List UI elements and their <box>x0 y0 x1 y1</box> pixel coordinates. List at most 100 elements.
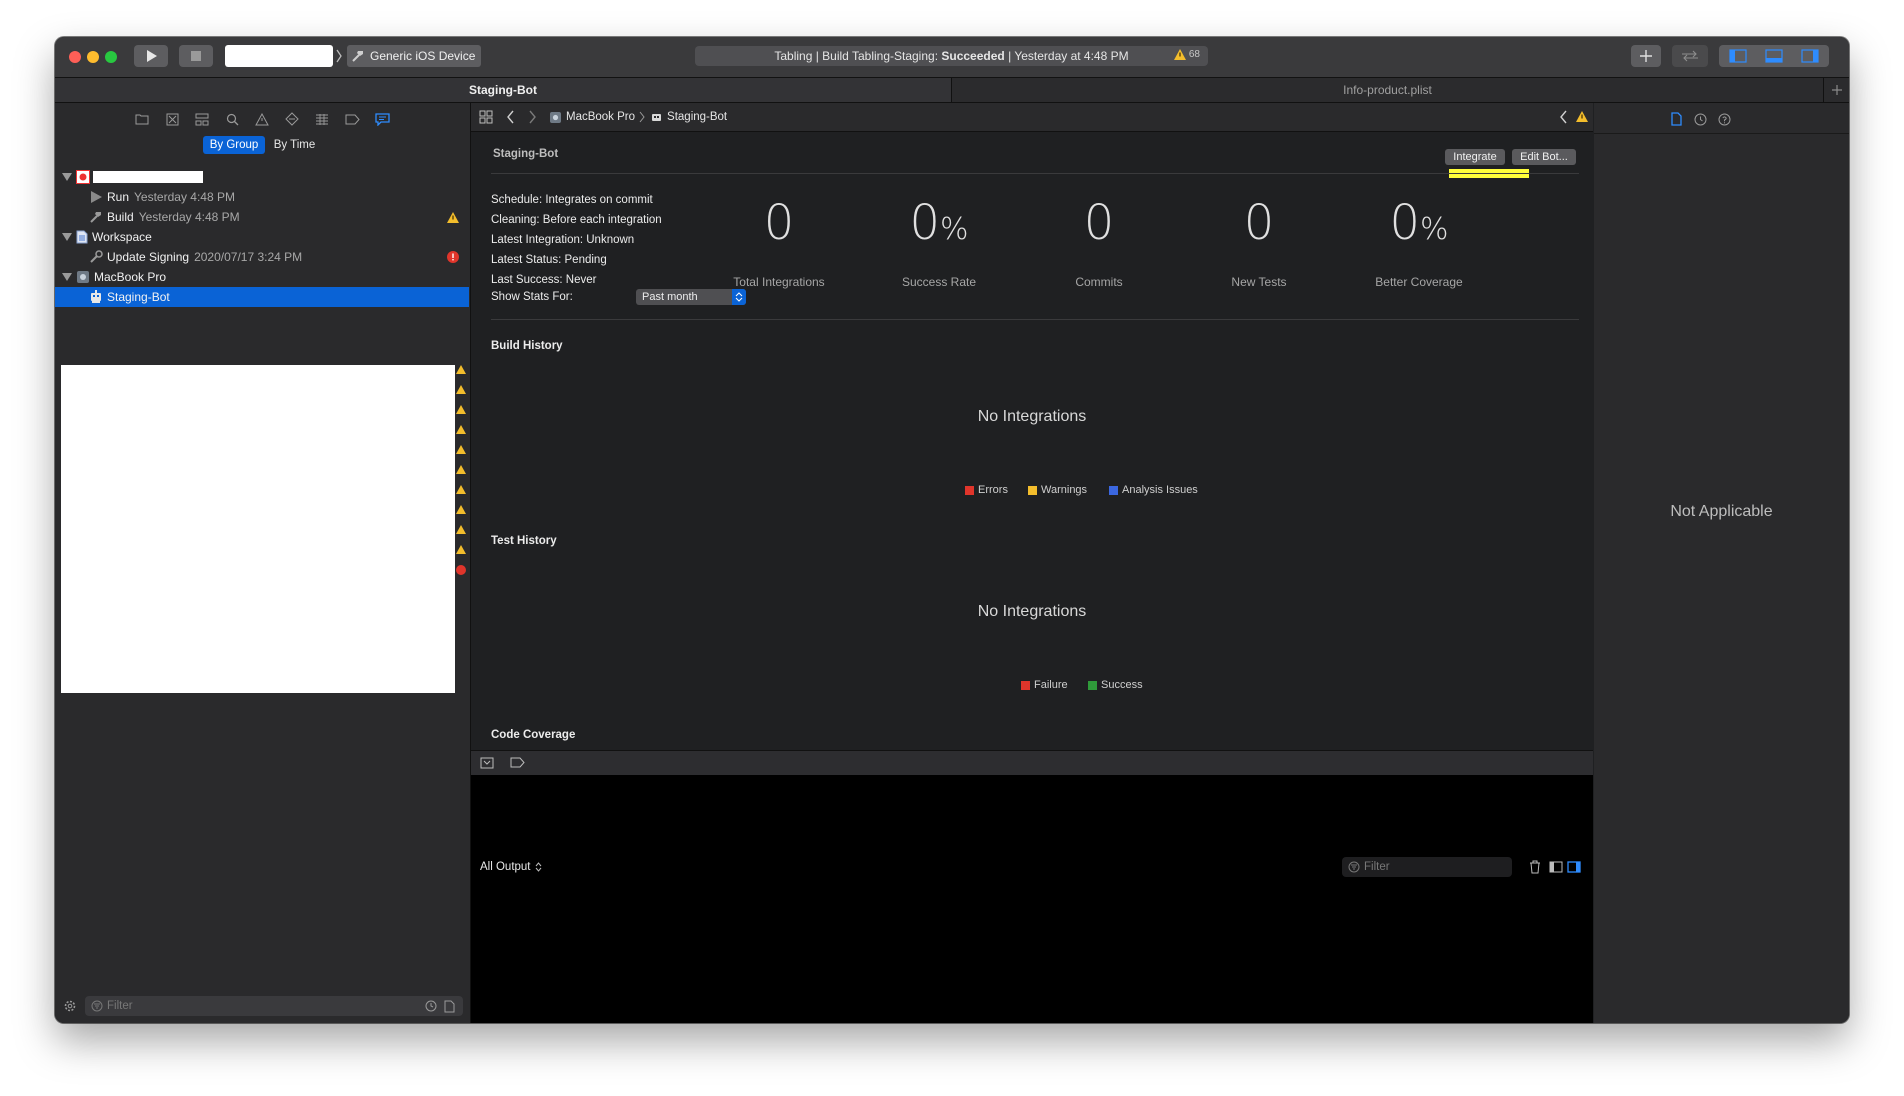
test-history-empty: No Integrations <box>977 603 1087 620</box>
console-filter-field[interactable]: Filter <box>1342 857 1512 877</box>
stat-number: 0 <box>1243 195 1275 251</box>
cleaning-info: Cleaning: Before each integration <box>491 214 662 226</box>
forward-arrow-icon[interactable] <box>527 110 537 124</box>
tree-item-update-signing[interactable]: Update Signing 2020/07/17 3:24 PM <box>55 247 470 267</box>
scheme-selector[interactable] <box>225 45 333 67</box>
folder-icon[interactable] <box>134 111 150 127</box>
output-selector[interactable]: All Output <box>480 861 542 873</box>
new-tab-button[interactable] <box>1824 78 1849 102</box>
warning-count: 68 <box>1188 49 1200 60</box>
document-icon[interactable] <box>444 1000 455 1013</box>
inspector-toggle-button[interactable] <box>1792 49 1828 63</box>
search-icon[interactable] <box>224 111 240 127</box>
bottom-panel-icon <box>1765 49 1783 63</box>
file-inspector-icon[interactable] <box>1671 112 1682 126</box>
tree-item-timestamp: 2020/07/17 3:24 PM <box>194 250 303 264</box>
variables-view-icon[interactable] <box>1549 861 1563 873</box>
disclosure-triangle-icon[interactable] <box>62 273 72 281</box>
navigator-toggle-button[interactable] <box>1720 49 1756 63</box>
edit-bot-button[interactable]: Edit Bot... <box>1512 149 1576 165</box>
previous-issue-icon[interactable] <box>1559 110 1569 124</box>
code-review-button[interactable] <box>1672 45 1708 67</box>
source-control-icon[interactable] <box>164 111 180 127</box>
arrows-icon <box>1682 50 1698 62</box>
tree-item-label: Staging-Bot <box>107 290 170 304</box>
legend-swatch <box>1021 680 1030 690</box>
activity-suffix: | Yesterday at 4:48 PM <box>1004 49 1129 63</box>
breadcrumb: MacBook Pro Staging-Bot <box>549 109 727 125</box>
tree-item-run[interactable]: Run Yesterday 4:48 PM <box>55 187 470 207</box>
grid-icon[interactable] <box>479 110 493 124</box>
gear-icon[interactable] <box>63 999 77 1013</box>
clock-icon[interactable] <box>425 1000 437 1012</box>
bot-icon <box>652 113 662 121</box>
console-view-icon[interactable] <box>1567 861 1581 873</box>
hide-debug-area-icon[interactable] <box>480 757 494 769</box>
navigator-filter-bar: Filter <box>55 990 470 1022</box>
console-area[interactable]: All Output Filter <box>471 775 1593 1023</box>
stop-button[interactable] <box>179 45 213 67</box>
play-icon <box>147 50 157 62</box>
legend-swatch <box>1088 680 1097 690</box>
tree-item-label: Run <box>107 190 130 204</box>
tree-item-workspace[interactable]: Workspace <box>55 227 470 247</box>
by-group-segment[interactable]: By Group <box>203 136 265 154</box>
disclosure-triangle-icon[interactable] <box>62 173 72 181</box>
xcode-window: Generic iOS Device Tabling | Build Tabli… <box>55 37 1849 1023</box>
back-arrow-icon[interactable] <box>506 110 516 124</box>
breadcrumb-item[interactable]: Staging-Bot <box>667 111 727 123</box>
output-selector-label: All Output <box>480 861 531 873</box>
tab-staging-bot[interactable]: Staging-Bot <box>55 78 952 102</box>
activity-viewer[interactable]: Tabling | Build Tabling-Staging: Succeed… <box>695 46 1208 66</box>
stats-period-select[interactable]: Past month <box>636 289 746 305</box>
integrate-button[interactable]: Integrate <box>1445 149 1505 165</box>
tab-info-product-plist[interactable]: Info-product.plist <box>952 78 1824 102</box>
tree-item-timestamp: Yesterday 4:48 PM <box>134 190 235 204</box>
close-window-button[interactable] <box>69 51 81 63</box>
symbol-navigator-icon[interactable] <box>194 111 210 127</box>
breadcrumb-item[interactable]: MacBook Pro <box>566 111 635 123</box>
not-applicable-label: Not Applicable <box>1670 503 1773 520</box>
issue-navigator-icon[interactable] <box>254 111 270 127</box>
breakpoint-navigator-icon[interactable] <box>344 111 360 127</box>
stat-suffix: % <box>940 212 969 247</box>
activity-warnings[interactable]: 68 <box>1173 49 1200 60</box>
report-navigator-icon[interactable] <box>374 111 390 127</box>
latest-integration-info: Latest Integration: Unknown <box>491 234 635 246</box>
build-history-empty: No Integrations <box>977 408 1087 425</box>
tree-item-label: MacBook Pro <box>94 270 167 284</box>
by-time-segment[interactable]: By Time <box>267 136 322 154</box>
stat-new-tests-value: 0 <box>1179 195 1339 251</box>
navigator-filter-field[interactable]: Filter <box>85 996 463 1016</box>
tree-item-macbook-pro[interactable]: MacBook Pro <box>55 267 470 287</box>
run-button[interactable] <box>134 45 168 67</box>
chevron-right-icon <box>639 111 645 123</box>
zoom-window-button[interactable] <box>105 51 117 63</box>
help-icon[interactable] <box>1718 113 1731 126</box>
debug-toggle-button[interactable] <box>1756 49 1792 63</box>
tab-bar: Staging-Bot Info-product.plist <box>55 78 1849 103</box>
legend-label: Failure <box>1034 679 1068 691</box>
test-history-title: Test History <box>491 535 557 547</box>
tree-item-project[interactable] <box>55 167 470 187</box>
minimize-window-button[interactable] <box>87 51 99 63</box>
trash-icon[interactable] <box>1529 860 1541 874</box>
add-button[interactable] <box>1631 45 1661 67</box>
project-icon <box>76 170 90 184</box>
destination-selector[interactable]: Generic iOS Device <box>347 45 482 67</box>
error-icon <box>447 251 459 263</box>
disclosure-triangle-icon[interactable] <box>62 233 72 241</box>
legend-swatch <box>965 485 974 495</box>
warning-icon[interactable] <box>1576 111 1588 122</box>
breakpoint-toggle-icon[interactable] <box>510 757 525 768</box>
history-inspector-icon[interactable] <box>1694 113 1707 126</box>
server-icon <box>77 271 89 283</box>
stat-number: 0 <box>909 195 941 251</box>
stat-success-rate-label: Success Rate <box>901 275 977 289</box>
warning-icon <box>1173 49 1186 60</box>
test-navigator-icon[interactable] <box>284 111 300 127</box>
tree-item-build[interactable]: Build Yesterday 4:48 PM <box>55 207 470 227</box>
tree-item-staging-bot[interactable]: Staging-Bot <box>55 287 469 307</box>
left-panel-icon <box>1729 49 1747 63</box>
debug-navigator-icon[interactable] <box>314 111 330 127</box>
